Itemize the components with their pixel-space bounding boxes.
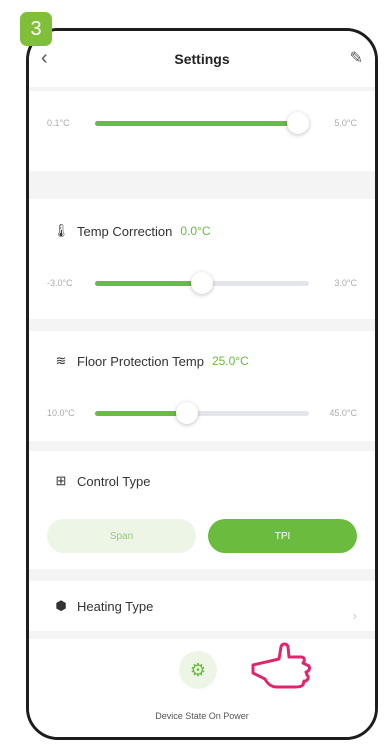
- temp-correction-min: -3.0°C: [47, 278, 73, 288]
- top-slider-track[interactable]: [95, 111, 310, 134]
- grid-icon: ⊞: [55, 473, 67, 488]
- temp-correction-card: 🌡 Temp Correction 0.0°C -3.0°C 3.0°C: [29, 199, 375, 319]
- pointing-hand-icon: [251, 642, 311, 689]
- heating-type-icon: ⬢: [55, 598, 67, 613]
- page-title: Settings: [174, 51, 230, 67]
- top-slider-min: 0.1°C: [47, 118, 70, 128]
- step-badge: 3: [20, 12, 52, 46]
- device-state-section: ⚙ Device State On Power: [29, 639, 375, 737]
- temp-correction-fill: [95, 280, 202, 286]
- floor-protection-fill: [95, 410, 188, 416]
- tpi-option-button[interactable]: TPI: [208, 519, 357, 553]
- edit-pencil-icon[interactable]: ✎: [350, 48, 363, 68]
- floor-protection-card: ≋ Floor Protection Temp 25.0°C 10.0°C 45…: [29, 331, 375, 441]
- heating-type-row: ⬢ Heating Type: [51, 598, 153, 614]
- control-type-options: Span TPI: [47, 519, 357, 553]
- temp-correction-knob[interactable]: [191, 271, 213, 294]
- hysteresis-card: 0.1°C 5.0°C: [29, 91, 375, 171]
- control-type-label: Control Type: [77, 473, 151, 489]
- heat-waves-icon: ≋: [55, 353, 67, 368]
- device-state-label: Device State On Power: [155, 711, 249, 721]
- temp-correction-slider: -3.0°C 3.0°C: [47, 271, 357, 294]
- top-slider-fill: [95, 120, 299, 126]
- span-option-button[interactable]: Span: [47, 519, 196, 553]
- temp-correction-max: 3.0°C: [334, 278, 357, 288]
- floor-protection-slider: 10.0°C 45.0°C: [47, 401, 357, 424]
- control-type-row: ⊞ Control Type: [51, 473, 151, 489]
- heating-type-card[interactable]: ⬢ Heating Type: [29, 581, 375, 631]
- temp-correction-value: 0.0°C: [180, 224, 211, 238]
- floor-protection-min: 10.0°C: [47, 408, 75, 418]
- top-slider-knob[interactable]: [287, 111, 310, 134]
- chevron-right-icon[interactable]: ›: [353, 608, 357, 623]
- thermometer-icon: 🌡: [52, 223, 70, 238]
- floor-protection-label: Floor Protection Temp: [77, 353, 204, 369]
- floor-protection-knob[interactable]: [176, 401, 199, 424]
- gear-icon[interactable]: ⚙: [179, 651, 217, 689]
- phone-frame: ‹ Settings ✎ 0.1°C 5.0°C 🌡 Temp Correcti…: [26, 28, 378, 740]
- floor-protection-value: 25.0°C: [211, 354, 249, 368]
- back-chevron-icon[interactable]: ‹: [41, 47, 48, 70]
- floor-protection-max: 45.0°C: [329, 408, 357, 418]
- top-slider: 0.1°C 5.0°C: [47, 111, 357, 134]
- temp-correction-track[interactable]: [95, 271, 309, 294]
- header: ‹ Settings ✎: [29, 31, 375, 87]
- floor-protection-row: ≋ Floor Protection Temp 25.0°C: [51, 353, 249, 369]
- heating-type-label: Heating Type: [77, 598, 154, 614]
- temp-correction-row: 🌡 Temp Correction 0.0°C: [51, 223, 211, 239]
- floor-protection-track[interactable]: [95, 401, 309, 424]
- top-slider-max: 5.0°C: [334, 118, 357, 128]
- temp-correction-label: Temp Correction: [77, 223, 173, 239]
